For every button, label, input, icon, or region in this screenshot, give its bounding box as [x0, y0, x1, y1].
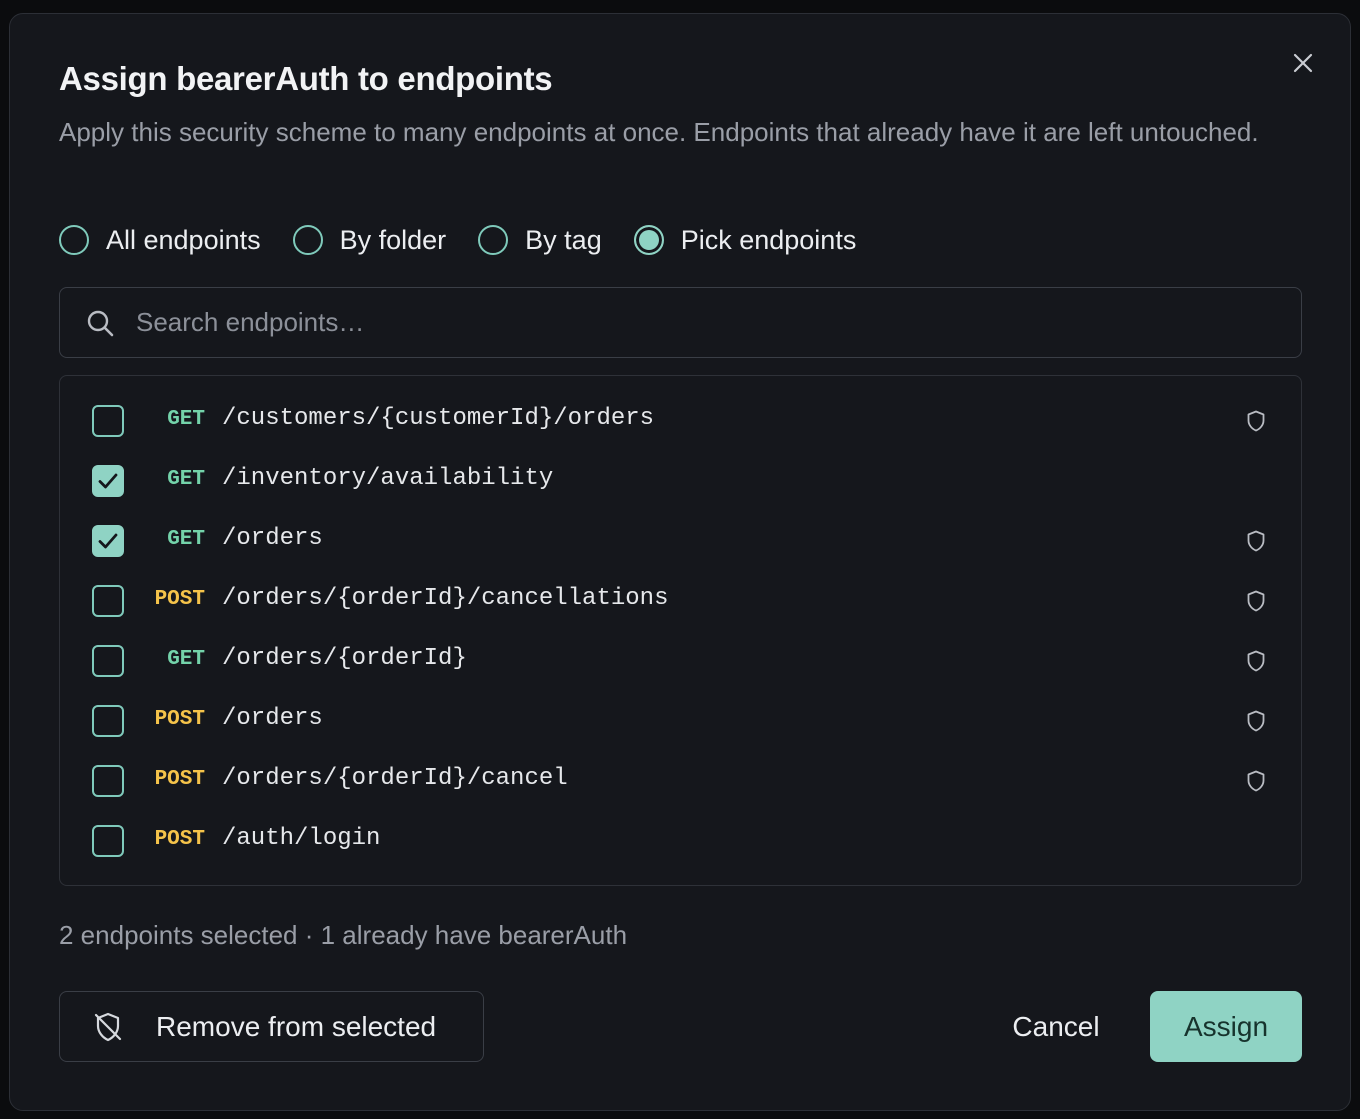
checkmark-icon — [95, 528, 121, 554]
http-method-badge: GET — [167, 408, 205, 431]
radio-label: Pick endpoints — [680, 224, 857, 255]
radio-label: By tag — [525, 224, 602, 255]
endpoint-path: /customers/{customerId}/orders — [222, 405, 655, 432]
endpoint-checkbox[interactable] — [92, 645, 124, 677]
endpoint-checkbox[interactable] — [92, 765, 124, 797]
radio-circle[interactable] — [478, 225, 509, 255]
endpoint-path: /orders — [222, 705, 323, 732]
endpoint-checkbox[interactable] — [92, 465, 124, 497]
shield-icon — [1244, 409, 1268, 433]
scope-option-by-tag[interactable]: By tag — [478, 225, 602, 256]
scope-option-all-endpoints[interactable]: All endpoints — [59, 225, 261, 256]
dialog-description: Apply this security scheme to many endpo… — [59, 117, 1259, 147]
endpoint-path: /orders/{orderId}/cancellations — [222, 585, 669, 612]
shield-icon — [1244, 709, 1268, 733]
endpoint-path: /orders/{orderId}/cancel — [222, 765, 568, 792]
endpoint-checkbox[interactable] — [92, 825, 124, 857]
endpoint-list: GET/customers/{customerId}/orders GET/inv… — [59, 375, 1302, 886]
radio-circle[interactable] — [292, 225, 323, 255]
scope-option-pick-endpoints[interactable]: Pick endpoints — [633, 224, 857, 256]
cancel-button[interactable]: Cancel — [988, 991, 1124, 1062]
endpoint-row[interactable]: POST/orders/{orderId}/cancel — [60, 751, 1301, 811]
shield-icon — [1244, 589, 1268, 613]
shield-icon — [1244, 649, 1268, 673]
endpoint-row[interactable]: POST/auth/login — [60, 811, 1301, 871]
http-method-badge: POST — [154, 828, 205, 851]
endpoint-row[interactable]: POST/orders/{orderId}/cancellations — [60, 571, 1301, 631]
endpoint-path: /inventory/availability — [222, 465, 554, 492]
endpoint-checkbox[interactable] — [92, 585, 124, 617]
radio-label: By folder — [339, 224, 447, 255]
radio-circle[interactable] — [59, 225, 89, 255]
close-button[interactable] — [1288, 48, 1318, 78]
selection-summary: 2 endpoints selected · 1 already have be… — [59, 920, 628, 950]
remove-button-label: Remove from selected — [156, 1010, 437, 1042]
radio-circle[interactable] — [633, 225, 664, 255]
http-method-badge: POST — [154, 768, 205, 791]
endpoint-row[interactable]: GET/orders/{orderId} — [60, 631, 1301, 691]
remove-from-selected-button[interactable]: Remove from selected — [59, 991, 484, 1062]
endpoint-checkbox[interactable] — [92, 525, 124, 557]
http-method-badge: POST — [154, 588, 205, 611]
endpoint-path: /auth/login — [222, 825, 381, 852]
endpoint-row[interactable]: GET/orders — [60, 511, 1301, 571]
close-icon — [1293, 53, 1313, 73]
endpoint-row[interactable]: POST/orders — [60, 691, 1301, 751]
dialog-title: Assign bearerAuth to endpoints — [59, 60, 553, 97]
http-method-badge: GET — [167, 528, 205, 551]
scope-radio-group: All endpoints By folder By tag Pick endpoin… — [59, 220, 888, 260]
shield-off-icon — [91, 1010, 125, 1044]
checkmark-icon — [95, 468, 121, 494]
assign-button[interactable]: Assign — [1150, 991, 1302, 1062]
search-input[interactable] — [134, 306, 1301, 339]
http-method-badge: GET — [167, 648, 205, 671]
search-box[interactable] — [59, 287, 1302, 358]
scope-option-by-folder[interactable]: By folder — [292, 224, 447, 256]
search-icon — [84, 307, 116, 339]
endpoint-checkbox[interactable] — [92, 405, 124, 437]
assign-security-dialog: Assign bearerAuth to endpoints Apply thi… — [9, 13, 1351, 1111]
shield-icon — [1244, 529, 1268, 553]
http-method-badge: GET — [167, 468, 205, 491]
shield-icon — [1244, 769, 1268, 793]
endpoint-checkbox[interactable] — [92, 705, 124, 737]
endpoint-row[interactable]: GET/inventory/availability — [60, 451, 1301, 511]
http-method-badge: POST — [154, 708, 205, 731]
endpoint-row[interactable]: GET/customers/{customerId}/orders — [60, 391, 1301, 451]
radio-label: All endpoints — [106, 224, 261, 255]
endpoint-path: /orders — [222, 525, 323, 552]
endpoint-path: /orders/{orderId} — [222, 645, 467, 672]
